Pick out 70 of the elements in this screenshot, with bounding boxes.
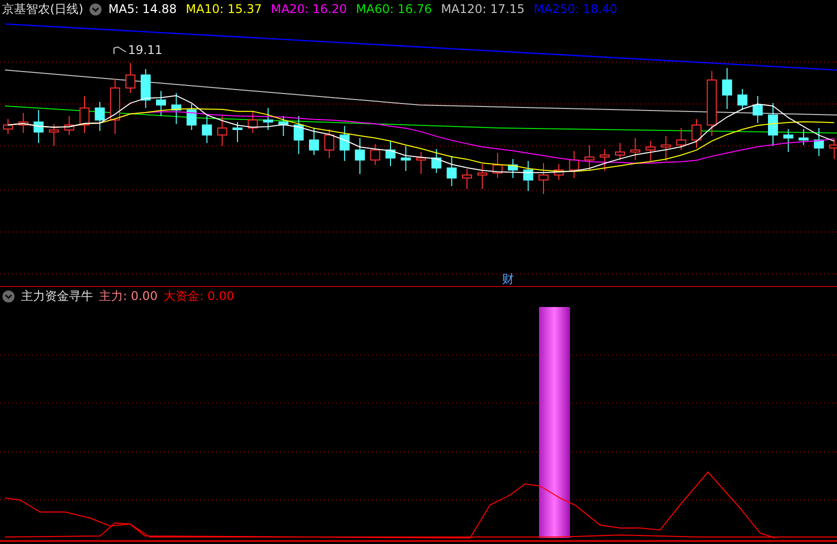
- stock-title: 京基智农(日线): [2, 0, 84, 18]
- candlestick: [569, 150, 580, 178]
- candlestick: [18, 112, 28, 134]
- candlestick: [370, 144, 380, 166]
- pointer-icon: [114, 46, 126, 54]
- candlestick: [156, 90, 166, 116]
- candlestick: [508, 158, 518, 178]
- moving-average-label: MA60: 16.76: [356, 2, 432, 16]
- candlestick: [676, 128, 686, 150]
- candlestick: [492, 152, 503, 178]
- candlestick: [477, 164, 488, 190]
- candlestick: [416, 152, 426, 174]
- candlestick: [584, 144, 594, 172]
- candlestick: [110, 78, 120, 134]
- candlestick: [523, 160, 534, 192]
- candlestick: [400, 146, 411, 172]
- candlestick: [171, 92, 182, 124]
- candlestick: [294, 116, 304, 154]
- candlestick: [554, 164, 564, 180]
- candlestick: [538, 162, 548, 194]
- dropdown-icon[interactable]: [89, 2, 102, 16]
- candlestick: [814, 128, 824, 156]
- candlestick: [309, 128, 319, 156]
- candlestick: [125, 62, 136, 94]
- candlestick: [768, 102, 778, 146]
- candlestick: [263, 108, 274, 130]
- candlestick: [600, 148, 610, 172]
- candlestick: [94, 102, 105, 132]
- candlestick: [340, 126, 350, 162]
- candlestick: [34, 110, 44, 144]
- candlestick: [737, 88, 748, 110]
- moving-average-label: MA250: 18.40: [534, 2, 618, 16]
- candlestick: [232, 122, 242, 142]
- candlestick: [324, 128, 334, 158]
- candlestick: [278, 116, 288, 136]
- candlestick: [646, 140, 656, 162]
- candlestick: [431, 148, 442, 174]
- candlestick: [752, 96, 763, 124]
- candlestick: [140, 68, 151, 108]
- candlestick: [354, 138, 365, 174]
- candlestick: [202, 116, 212, 144]
- candlestick: [80, 96, 90, 134]
- candlestick: [186, 104, 197, 130]
- indicator-title: 主力资金寻牛: [21, 288, 93, 304]
- moving-average-label: MA20: 16.20: [270, 2, 347, 16]
- candlestick: [615, 142, 625, 160]
- candlestick: [783, 128, 794, 152]
- candlestick: [64, 116, 74, 136]
- candlestick: [217, 116, 228, 146]
- moving-average-label: MA10: 15.37: [186, 2, 262, 16]
- indicator-value-label: 主力: 0.00: [99, 288, 158, 304]
- candlestick: [706, 70, 717, 136]
- candlestick: [692, 118, 702, 148]
- candlestick: [446, 156, 457, 186]
- indicator-value-label: 大资金: 0.00: [164, 288, 234, 304]
- high-price-label: 19.11: [128, 43, 162, 57]
- candlestick: [48, 124, 59, 146]
- candlestick: [248, 110, 258, 134]
- candlestick: [462, 168, 472, 190]
- candlestick: [630, 138, 640, 160]
- candlestick: [829, 138, 837, 160]
- moving-average-label: MA120: 17.15: [440, 2, 525, 16]
- candlestick: [722, 68, 732, 110]
- moving-average-label: MA5: 14.88: [108, 2, 177, 16]
- candlestick: [386, 140, 396, 166]
- event-marker[interactable]: 财: [502, 271, 514, 288]
- candlestick: [3, 118, 13, 134]
- dropdown-icon[interactable]: [2, 290, 15, 302]
- candlestick: [660, 136, 671, 162]
- candlestick: [798, 128, 809, 146]
